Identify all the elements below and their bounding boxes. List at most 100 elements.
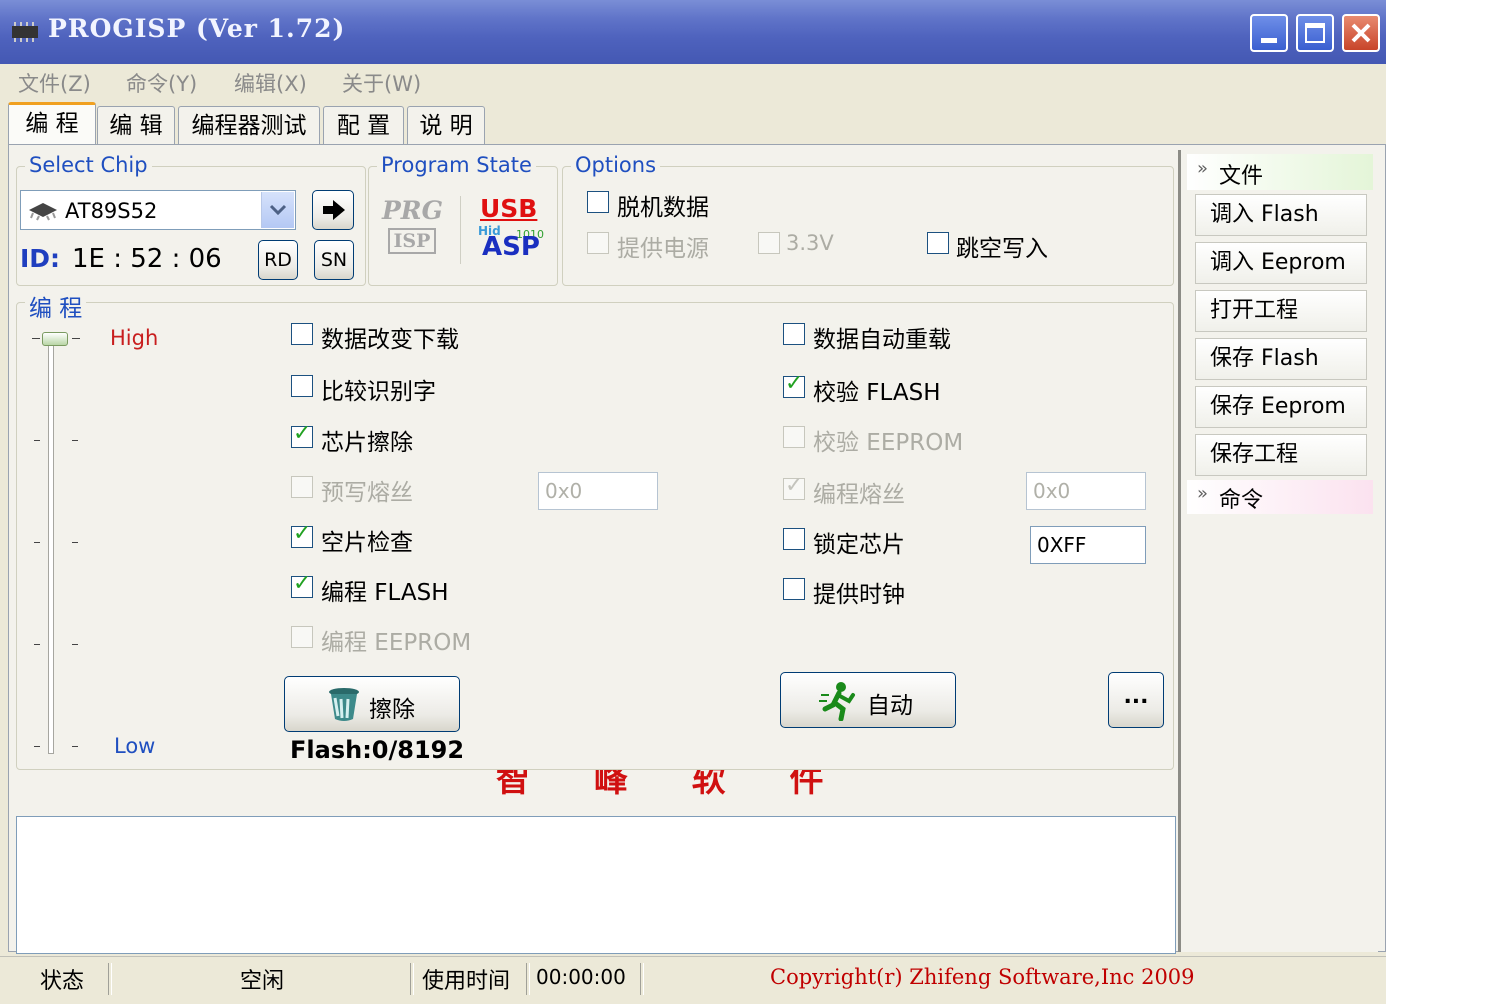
program-flash-checkbox[interactable]: ✓ — [291, 571, 313, 598]
skip-blank-label: 跳空写入 — [956, 236, 1048, 262]
menu-bar: 文件(Z) 命令(Y) 编辑(X) 关于(W) — [0, 64, 1386, 100]
verify-eeprom-checkbox[interactable] — [783, 426, 805, 448]
download-on-change-checkbox[interactable] — [291, 323, 313, 345]
slider-track — [48, 336, 54, 754]
tab-programmer-test[interactable]: 编程器测试 — [178, 106, 320, 144]
maximize-icon — [1305, 23, 1325, 43]
select-chip-arrow-button[interactable] — [312, 190, 354, 230]
check-mark-icon: ✓ — [293, 521, 312, 546]
provide-power-label: 提供电源 — [617, 236, 709, 262]
tab-help[interactable]: 说 明 — [407, 106, 485, 144]
usb-asp-logo: USB Hid 1010 ASP — [474, 194, 548, 266]
minimize-button[interactable] — [1250, 14, 1288, 52]
tab-edit[interactable]: 编 辑 — [97, 106, 175, 144]
load-eeprom-button[interactable]: 调入 Eeprom — [1195, 242, 1367, 284]
title-bar[interactable]: PROGISP (Ver 1.72) — [0, 0, 1386, 64]
chevron-double-down-icon: » — [1197, 158, 1209, 179]
prewrite-fuse-input[interactable]: 0x0 — [538, 472, 658, 510]
options-title: Options — [571, 153, 661, 177]
sn-button[interactable]: SN — [314, 240, 354, 280]
maximize-button[interactable] — [1296, 14, 1334, 52]
speed-slider[interactable] — [24, 322, 100, 766]
auto-reload-checkbox[interactable] — [783, 323, 805, 345]
isp-logo-text: ISP — [388, 228, 436, 254]
program-group-title: 编 程 — [25, 289, 87, 323]
verify-eeprom-label: 校验 EEPROM — [813, 430, 964, 456]
select-chip-title: Select Chip — [25, 153, 152, 177]
chip-erase-label: 芯片擦除 — [321, 430, 413, 456]
menu-command[interactable]: 命令(Y) — [126, 68, 197, 98]
flash-info: Flash:0/8192 — [290, 736, 465, 764]
menu-file[interactable]: 文件(Z) — [18, 68, 91, 98]
lock-chip-checkbox[interactable] — [783, 528, 805, 550]
provide-power-checkbox[interactable] — [587, 232, 609, 254]
chip-name: AT89S52 — [65, 199, 158, 223]
prewrite-fuse-label: 预写熔丝 — [321, 480, 413, 506]
check-mark-icon: ✓ — [785, 473, 804, 498]
progisp-window: PROGISP (Ver 1.72) 文件(Z) 命令(Y) 编辑(X) 关于(… — [0, 0, 1386, 1004]
blank-check-checkbox[interactable]: ✓ — [291, 521, 313, 548]
program-eeprom-checkbox[interactable] — [291, 626, 313, 648]
usb-logo-text: USB — [480, 194, 538, 223]
chip-id-label: ID: — [20, 244, 61, 273]
window-title: PROGISP (Ver 1.72) — [48, 14, 346, 43]
download-on-change-label: 数据改变下载 — [321, 327, 459, 353]
side-panel: » 文件 调入 Flash 调入 Eeprom 打开工程 保存 Flash 保存… — [1178, 150, 1378, 952]
rd-button[interactable]: RD — [258, 240, 298, 280]
lock-value-input[interactable]: 0XFF — [1030, 526, 1146, 564]
elapsed-time-label: 使用时间 — [422, 969, 511, 994]
status-value: 空闲 — [240, 969, 285, 994]
file-section-header[interactable]: » 文件 — [1187, 154, 1373, 190]
chip-dropdown-button[interactable] — [261, 192, 294, 228]
command-section-title: 命令 — [1219, 488, 1264, 513]
open-project-button[interactable]: 打开工程 — [1195, 290, 1367, 332]
log-output[interactable] — [16, 816, 1176, 954]
prg-isp-logo: PRG ISP — [380, 196, 446, 260]
provide-clock-label: 提供时钟 — [813, 582, 905, 608]
asp-logo-text: ASP — [482, 232, 540, 262]
compare-signature-label: 比较识别字 — [321, 379, 436, 405]
status-bar: 状态 空闲 使用时间 00:00:00 Copyright(r) Zhifeng… — [0, 956, 1386, 1004]
save-project-button[interactable]: 保存工程 — [1195, 434, 1367, 476]
voltage-33-label: 3.3V — [786, 231, 834, 255]
tab-program[interactable]: 编 程 — [8, 102, 96, 146]
provide-clock-checkbox[interactable] — [783, 578, 805, 600]
command-section-header[interactable]: » 命令 — [1187, 480, 1373, 514]
tab-config[interactable]: 配 置 — [323, 106, 404, 144]
program-fuse-input[interactable]: 0x0 — [1026, 472, 1146, 510]
close-icon — [1351, 23, 1371, 43]
skip-blank-checkbox[interactable] — [927, 232, 949, 254]
menu-about[interactable]: 关于(W) — [342, 68, 421, 98]
save-eeprom-button[interactable]: 保存 Eeprom — [1195, 386, 1367, 428]
chip-erase-checkbox[interactable]: ✓ — [291, 421, 313, 448]
chip-select[interactable]: AT89S52 — [20, 190, 296, 230]
watermark-text: 智 峰 软 件 — [496, 770, 850, 800]
program-flash-label: 编程 FLASH — [321, 580, 449, 606]
program-fuse-checkbox[interactable]: ✓ — [783, 473, 805, 500]
slider-thumb[interactable] — [42, 332, 68, 346]
check-mark-icon: ✓ — [785, 371, 804, 396]
auto-reload-label: 数据自动重载 — [813, 327, 951, 353]
load-flash-button[interactable]: 调入 Flash — [1195, 194, 1367, 236]
compare-signature-checkbox[interactable] — [291, 375, 313, 397]
offline-data-checkbox[interactable] — [587, 191, 609, 213]
menu-edit[interactable]: 编辑(X) — [234, 68, 307, 98]
save-flash-button[interactable]: 保存 Flash — [1195, 338, 1367, 380]
erase-button-label: 擦除 — [369, 697, 415, 723]
prewrite-fuse-checkbox[interactable] — [291, 476, 313, 498]
erase-button[interactable]: 擦除 — [284, 676, 460, 732]
close-button[interactable] — [1342, 14, 1380, 52]
verify-flash-checkbox[interactable]: ✓ — [783, 371, 805, 398]
voltage-33-checkbox[interactable] — [758, 232, 780, 254]
program-eeprom-label: 编程 EEPROM — [321, 630, 472, 656]
status-label: 状态 — [40, 969, 85, 994]
auto-button-label: 自动 — [867, 693, 913, 719]
arrow-right-icon — [323, 200, 345, 220]
chevron-down-icon — [269, 204, 287, 216]
more-options-button[interactable]: ... — [1108, 672, 1164, 728]
auto-button[interactable]: 自动 — [780, 672, 956, 728]
running-man-icon — [819, 682, 855, 721]
check-mark-icon: ✓ — [293, 421, 312, 446]
copyright-text: Copyright(r) Zhifeng Software,Inc 2009 — [770, 965, 1195, 989]
speed-high-label: High — [110, 326, 159, 350]
